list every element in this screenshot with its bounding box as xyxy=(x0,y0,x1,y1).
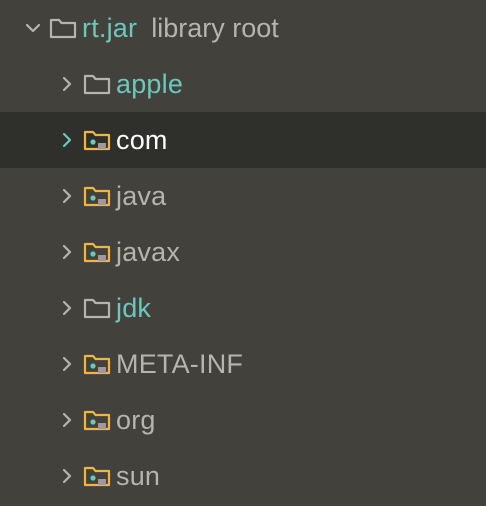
chevron-right-icon[interactable] xyxy=(56,409,78,431)
project-tree: rt.jar library root apple com java javax… xyxy=(0,0,486,506)
tree-root-rt-jar[interactable]: rt.jar library root xyxy=(0,0,486,56)
tree-item-label: jdk xyxy=(116,292,152,323)
tree-item-label: org xyxy=(116,404,156,435)
tree-item-meta-inf[interactable]: META-INF xyxy=(0,336,486,392)
folder-outline-icon xyxy=(81,70,113,98)
tree-item-label: com xyxy=(116,124,168,155)
chevron-right-icon[interactable] xyxy=(56,185,78,207)
library-root-suffix: library root xyxy=(151,12,279,43)
tree-item-org[interactable]: org xyxy=(0,392,486,448)
package-folder-icon xyxy=(81,350,113,378)
chevron-right-icon[interactable] xyxy=(56,129,78,151)
tree-item-label: javax xyxy=(116,236,181,267)
folder-outline-icon xyxy=(47,14,79,42)
tree-item-javax[interactable]: javax xyxy=(0,224,486,280)
tree-root-label: rt.jar xyxy=(82,12,138,43)
package-folder-icon xyxy=(81,406,113,434)
folder-outline-icon xyxy=(81,294,113,322)
tree-item-sun[interactable]: sun xyxy=(0,448,486,504)
chevron-right-icon[interactable] xyxy=(56,353,78,375)
tree-item-label: apple xyxy=(116,68,184,99)
chevron-down-icon[interactable] xyxy=(22,17,44,39)
chevron-right-icon[interactable] xyxy=(56,241,78,263)
package-folder-icon xyxy=(81,462,113,490)
package-folder-icon xyxy=(81,182,113,210)
chevron-right-icon[interactable] xyxy=(56,465,78,487)
tree-item-label: sun xyxy=(116,460,161,491)
tree-item-com[interactable]: com xyxy=(0,112,486,168)
tree-item-jdk[interactable]: jdk xyxy=(0,280,486,336)
chevron-right-icon[interactable] xyxy=(56,297,78,319)
tree-item-label: java xyxy=(116,180,167,211)
tree-item-label: META-INF xyxy=(116,348,244,379)
tree-item-java[interactable]: java xyxy=(0,168,486,224)
package-folder-icon xyxy=(81,238,113,266)
tree-item-apple[interactable]: apple xyxy=(0,56,486,112)
package-folder-icon xyxy=(81,126,113,154)
chevron-right-icon[interactable] xyxy=(56,73,78,95)
